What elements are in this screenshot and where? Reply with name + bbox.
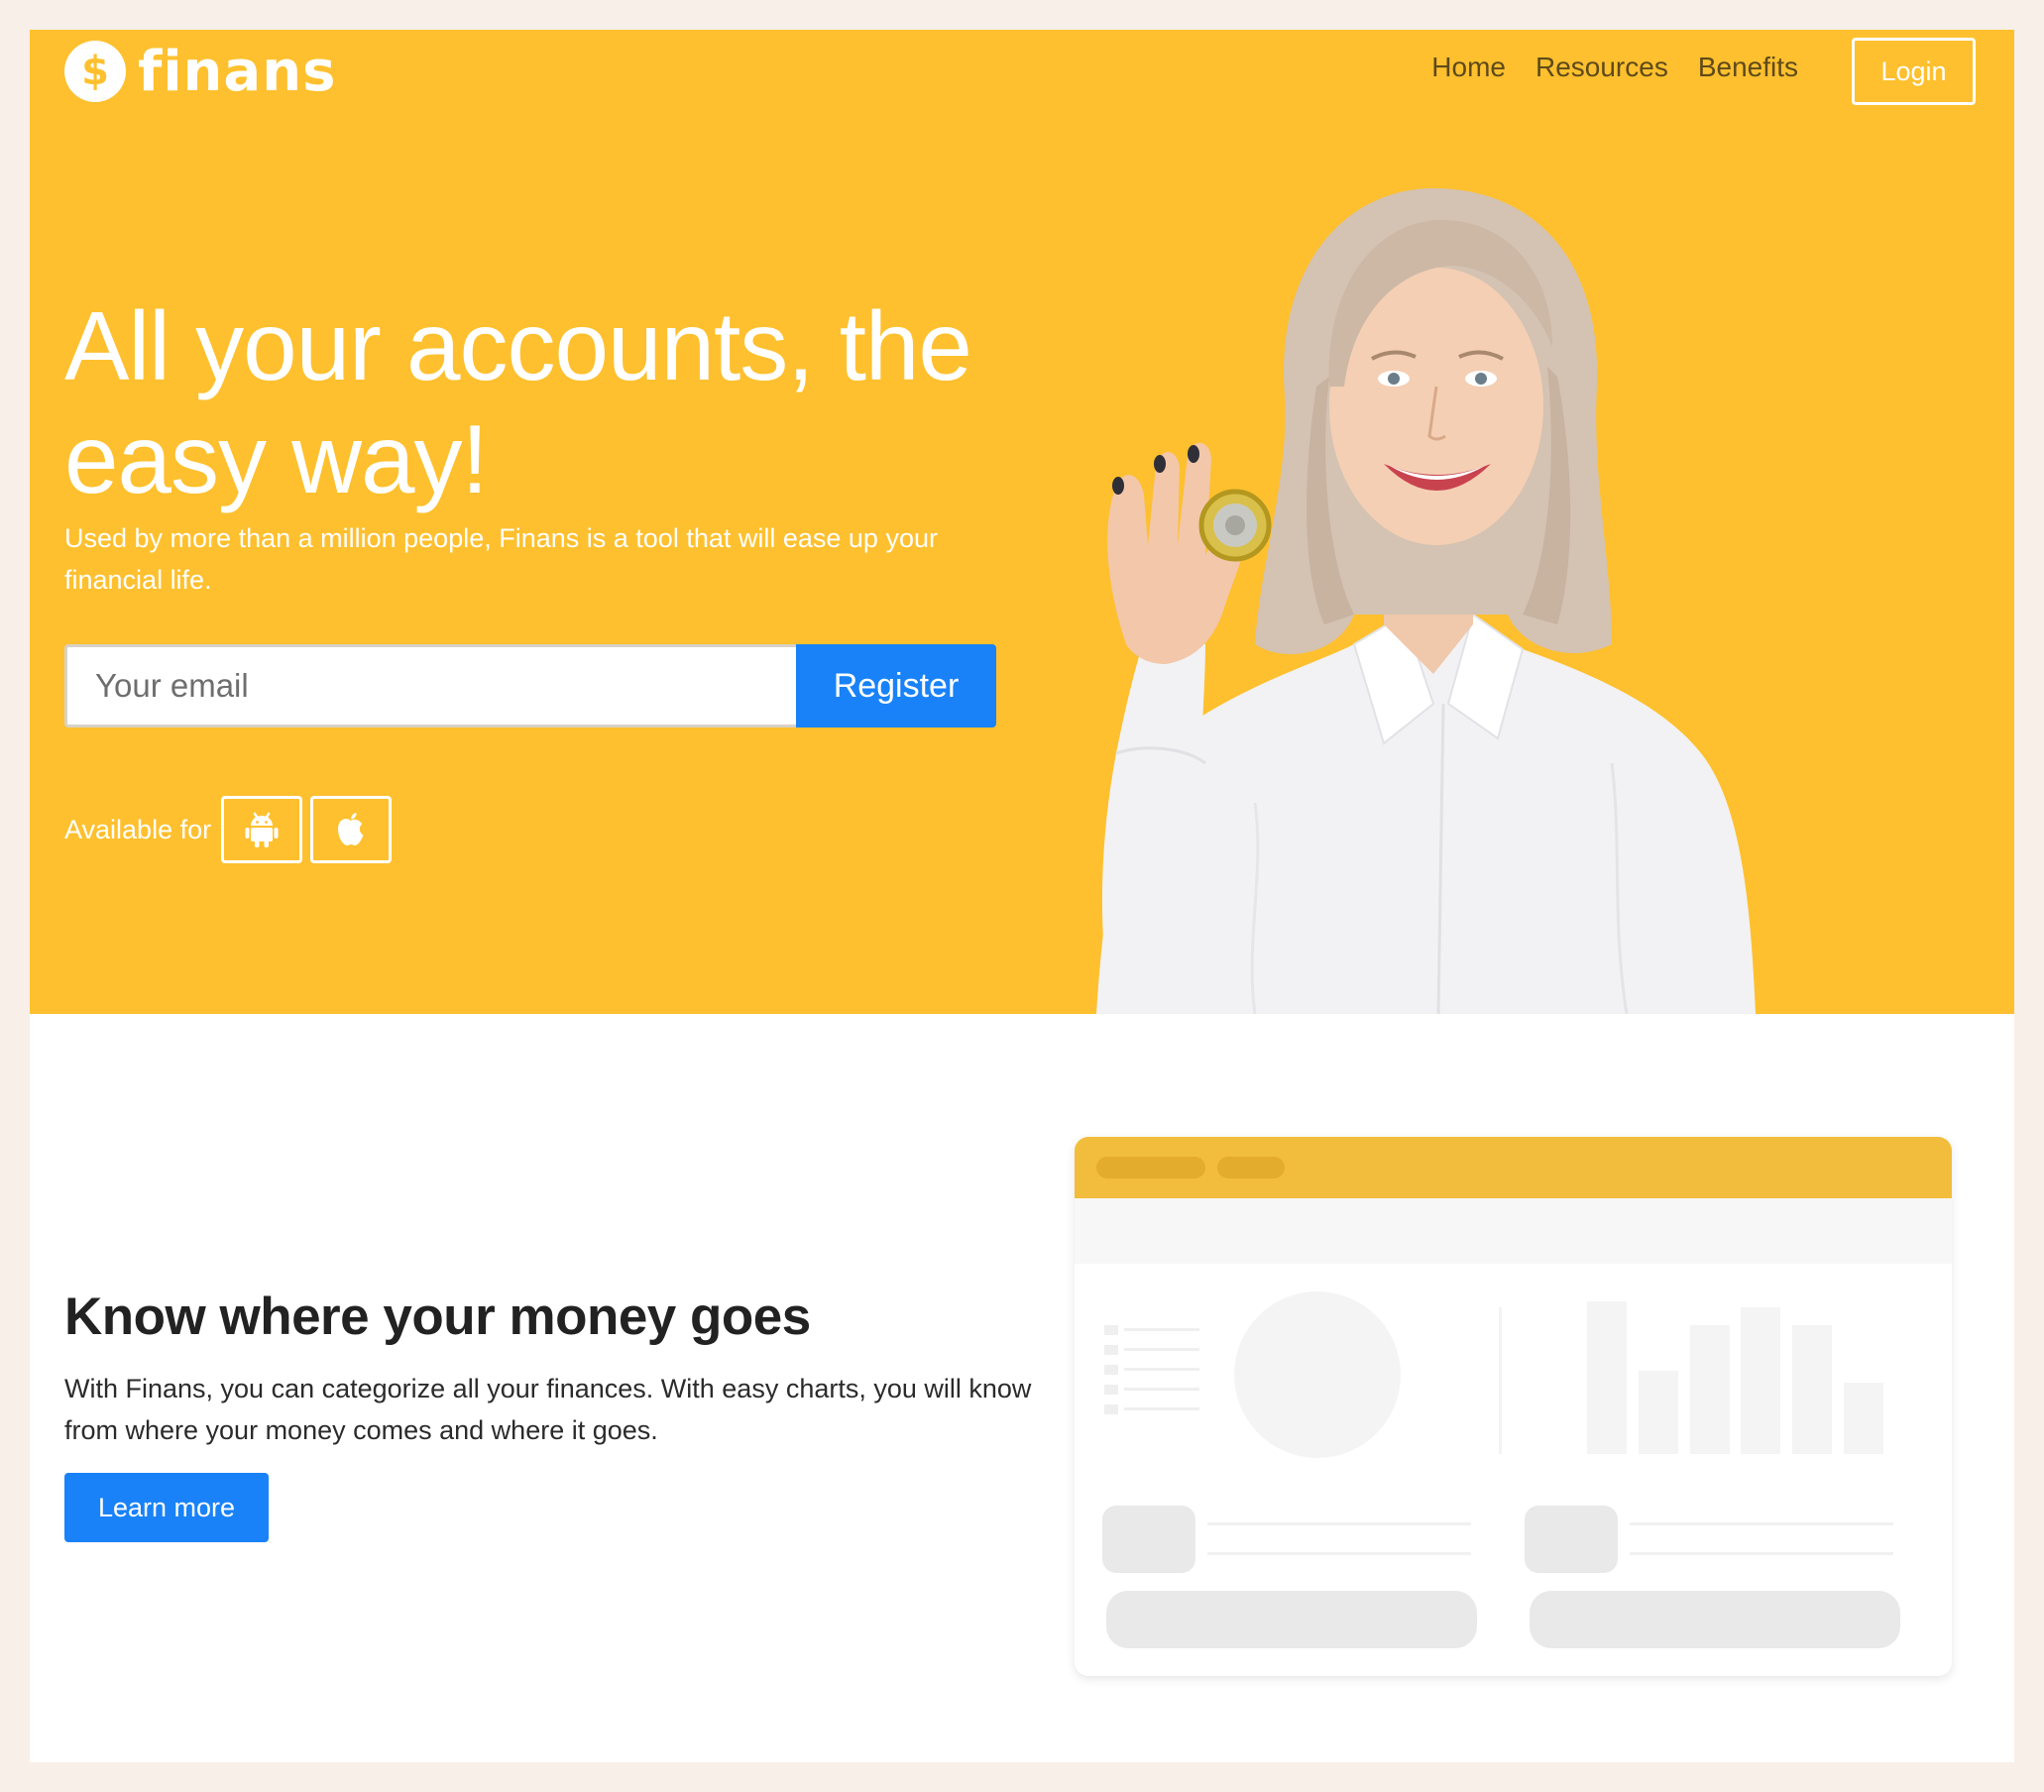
brand-name: finans — [138, 39, 337, 104]
dashboard-mockup-illustration — [1075, 1137, 1952, 1676]
dashboard-mockup-graphic — [1075, 1137, 1952, 1648]
ios-download-button[interactable] — [310, 796, 393, 863]
available-label: Available for — [64, 814, 212, 844]
nav-link-benefits[interactable]: Benefits — [1698, 52, 1798, 83]
register-button[interactable]: Register — [796, 644, 996, 728]
hero-title: All your accounts, the easy way! — [64, 291, 972, 513]
apple-icon — [338, 813, 364, 845]
nav-link-home[interactable]: Home — [1431, 52, 1506, 83]
hero-subtitle: Used by more than a million people, Fina… — [64, 523, 938, 595]
login-button[interactable]: Login — [1852, 38, 1976, 105]
android-icon — [245, 812, 279, 847]
email-input[interactable] — [64, 644, 796, 728]
main-nav: Home Resources Benefits — [1431, 52, 1798, 83]
hero-section: $ finans Home Resources Benefits Login A… — [30, 30, 2014, 1014]
page: $ finans Home Resources Benefits Login A… — [30, 30, 2014, 1762]
android-download-button[interactable] — [221, 796, 303, 863]
feature-text: With Finans, you can categorize all your… — [64, 1374, 1032, 1445]
nav-link-resources[interactable]: Resources — [1535, 52, 1668, 83]
hero-person-image — [1096, 188, 1756, 1014]
dollar-coin-icon: $ — [64, 41, 126, 102]
available-platforms: Available for — [64, 796, 393, 863]
feature-title: Know where your money goes — [64, 1288, 811, 1346]
brand-logo[interactable]: $ finans — [64, 39, 337, 104]
learn-more-button[interactable]: Learn more — [64, 1473, 269, 1542]
